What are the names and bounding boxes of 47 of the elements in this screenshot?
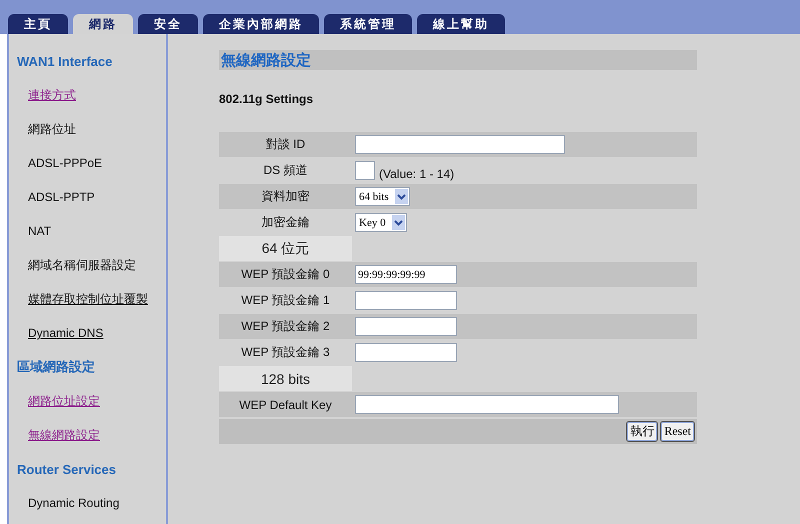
sidebar-link[interactable]: 無線網路設定 bbox=[28, 418, 100, 452]
sidebar-link[interactable]: 連接方式 bbox=[28, 78, 76, 112]
sidebar-link[interactable]: ADSL-PPPoE bbox=[28, 146, 102, 180]
input-field[interactable] bbox=[355, 395, 619, 414]
sidebar-heading: WAN1 Interface bbox=[16, 52, 112, 70]
field-label: WEP 預設金鑰 3 bbox=[240, 344, 331, 361]
field-label: WEP Default Key bbox=[238, 398, 333, 412]
field-label: 對談 ID bbox=[264, 136, 306, 153]
nav-tab[interactable]: 線上幫助 bbox=[417, 14, 505, 34]
input-field[interactable] bbox=[355, 291, 457, 310]
nav-tab[interactable]: 安全 bbox=[138, 14, 198, 34]
sidebar-link[interactable]: Dynamic Routing bbox=[28, 486, 120, 520]
sidebar-link[interactable]: 網路位址設定 bbox=[28, 384, 100, 418]
sidebar-link[interactable]: NAT bbox=[28, 214, 52, 248]
chevron-down-icon bbox=[394, 189, 408, 204]
input-field[interactable] bbox=[355, 161, 375, 180]
section-heading: 128 bits bbox=[219, 366, 352, 391]
field-hint: (Value: 1 - 14) bbox=[379, 166, 454, 180]
dropdown[interactable]: Key 0 bbox=[355, 213, 407, 232]
sidebar-link[interactable]: ADSL-PPTP bbox=[28, 180, 95, 214]
sidebar-link[interactable]: 網路位址 bbox=[28, 112, 76, 146]
form-button[interactable]: Reset bbox=[660, 421, 695, 442]
section-heading: 64 位元 bbox=[219, 236, 352, 261]
sidebar-link[interactable]: Dynamic DNS bbox=[28, 316, 104, 350]
chevron-down-icon bbox=[392, 215, 405, 230]
input-field[interactable] bbox=[355, 317, 457, 336]
sidebar-link[interactable]: 媒體存取控制位址覆製 bbox=[28, 282, 148, 316]
nav-tab[interactable]: 系統管理 bbox=[324, 14, 412, 34]
nav-tab[interactable]: 主頁 bbox=[8, 14, 68, 34]
nav-tab[interactable]: 網路 bbox=[73, 14, 133, 34]
field-label: WEP 預設金鑰 1 bbox=[240, 292, 331, 309]
dropdown[interactable]: 64 bits bbox=[355, 187, 410, 206]
form-button[interactable]: 執行 bbox=[626, 421, 658, 442]
input-field[interactable] bbox=[355, 343, 457, 362]
field-label: 加密金鑰 bbox=[260, 214, 310, 231]
input-field[interactable] bbox=[355, 135, 565, 154]
field-label: WEP 預設金鑰 2 bbox=[240, 318, 331, 335]
sidebar-heading: Router Services bbox=[16, 460, 116, 478]
input-field[interactable]: 99:99:99:99:99 bbox=[355, 265, 457, 284]
field-label: WEP 預設金鑰 0 bbox=[240, 266, 331, 283]
page-title: 無線網路設定 bbox=[219, 50, 697, 70]
field-label: 資料加密 bbox=[260, 188, 310, 205]
field-label: DS 頻道 bbox=[262, 162, 308, 179]
section-subtitle: 802.11g Settings bbox=[219, 92, 314, 106]
sidebar-link[interactable]: 網域名稱伺服器設定 bbox=[28, 248, 136, 282]
sidebar-heading: 區域網路設定 bbox=[16, 358, 95, 376]
nav-tab[interactable]: 企業內部網路 bbox=[203, 14, 319, 34]
